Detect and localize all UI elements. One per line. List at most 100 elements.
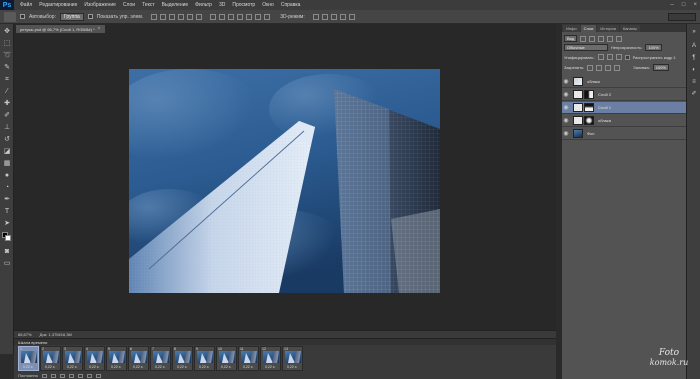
unify-style-icon[interactable]: [615, 54, 622, 60]
animation-frame[interactable]: 6 0,22 с.: [128, 346, 149, 371]
prev-frame-icon[interactable]: [50, 373, 56, 378]
auto-align-icon[interactable]: [264, 13, 271, 20]
tab-info[interactable]: Инфо: [563, 25, 580, 32]
pen-tool-icon[interactable]: ✒: [3, 196, 11, 204]
animation-frame[interactable]: 9 0,22 с.: [194, 346, 215, 371]
3d-orbit-icon[interactable]: [312, 13, 319, 20]
distribute-right-icon[interactable]: [255, 13, 262, 20]
filter-pixel-icon[interactable]: [580, 35, 587, 42]
align-hcenter-icon[interactable]: [187, 13, 194, 20]
loop-select[interactable]: Постоянно: [18, 373, 38, 378]
menu-filter[interactable]: Фильтр: [195, 2, 212, 8]
animation-frame[interactable]: 11 0,22 с.: [238, 346, 259, 371]
layer-name[interactable]: облако: [587, 79, 600, 84]
layer-row[interactable]: ◉ облака: [562, 115, 686, 127]
animation-frame[interactable]: 8 0,22 с.: [172, 346, 193, 371]
brush-tool-icon[interactable]: ✐: [3, 112, 11, 120]
menu-help[interactable]: Справка: [281, 2, 301, 8]
show-controls-checkbox[interactable]: [87, 14, 93, 19]
kind-filter-select[interactable]: Вид: [564, 35, 578, 42]
animation-frame[interactable]: 4 0,22 с.: [84, 346, 105, 371]
workspace-select[interactable]: [668, 13, 696, 21]
visibility-eye-icon[interactable]: ◉: [562, 78, 570, 85]
eraser-tool-icon[interactable]: ◪: [3, 148, 11, 156]
frame-delay[interactable]: 0,22 с.: [177, 365, 188, 369]
fill-field[interactable]: 100%: [652, 64, 670, 71]
visibility-eye-icon[interactable]: ◉: [562, 117, 570, 124]
tab-history[interactable]: История: [597, 25, 619, 32]
autoselect-target-select[interactable]: Группа: [59, 12, 84, 21]
minimize-button[interactable]: –: [671, 1, 674, 9]
propagate-checkbox[interactable]: [624, 54, 630, 60]
menu-window[interactable]: Окно: [262, 2, 274, 8]
tab-channels[interactable]: Каналы: [619, 25, 641, 32]
lock-position-icon[interactable]: [605, 64, 612, 71]
tween-icon[interactable]: [77, 373, 83, 378]
menu-layer[interactable]: Слои: [123, 2, 135, 8]
unify-visibility-icon[interactable]: [606, 54, 613, 60]
filter-type-icon[interactable]: [598, 35, 605, 42]
gradient-tool-icon[interactable]: ▦: [3, 160, 11, 168]
document-image[interactable]: [129, 69, 440, 293]
close-window-button[interactable]: ×: [693, 1, 697, 9]
distribute-bottom-icon[interactable]: [228, 13, 235, 20]
animation-frame[interactable]: 13 0,22 с.: [282, 346, 303, 371]
animation-frame[interactable]: 2 0,22 с.: [40, 346, 61, 371]
filter-shape-icon[interactable]: [607, 35, 614, 42]
frame-delay[interactable]: 0,22 с.: [287, 365, 298, 369]
move-tool-preset-icon[interactable]: [4, 11, 16, 22]
type-tool-icon[interactable]: T: [3, 208, 11, 216]
next-frame-icon[interactable]: [68, 373, 74, 378]
distribute-vcenter-icon[interactable]: [219, 13, 226, 20]
align-vcenter-icon[interactable]: [160, 13, 167, 20]
frame-delay[interactable]: 0,22 с.: [89, 365, 100, 369]
blend-mode-select[interactable]: Обычные: [564, 44, 608, 51]
screen-mode-icon[interactable]: ▭: [3, 260, 11, 268]
visibility-eye-icon[interactable]: ◉: [562, 104, 570, 111]
zoom-level[interactable]: 66,67%: [18, 332, 32, 337]
animation-frame[interactable]: 7 0,22 с.: [150, 346, 171, 371]
lock-pixels-icon[interactable]: [596, 64, 603, 71]
frame-delay[interactable]: 0,22 с.: [155, 365, 166, 369]
quick-mask-icon[interactable]: ◙: [3, 248, 11, 256]
3d-scale-icon[interactable]: [348, 13, 355, 20]
3d-slide-icon[interactable]: [339, 13, 346, 20]
layer-row[interactable]: ◉ Слой 2: [562, 89, 686, 101]
3d-roll-icon[interactable]: [321, 13, 328, 20]
distribute-left-icon[interactable]: [237, 13, 244, 20]
distribute-top-icon[interactable]: [210, 13, 217, 20]
menu-type[interactable]: Текст: [142, 2, 155, 8]
align-left-icon[interactable]: [178, 13, 185, 20]
layer-mask-thumbnail[interactable]: [584, 90, 594, 99]
play-icon[interactable]: [59, 373, 65, 378]
menu-select[interactable]: Выделение: [162, 2, 189, 8]
quick-select-tool-icon[interactable]: ✎: [3, 64, 11, 72]
frame-delay[interactable]: 0,22 с.: [199, 365, 210, 369]
blur-tool-icon[interactable]: ●: [3, 172, 11, 180]
maximize-button[interactable]: □: [682, 1, 686, 9]
dodge-tool-icon[interactable]: ◔: [3, 184, 11, 192]
document-tab[interactable]: ретушь.psd @ 66,7% (Слой 1, RGB/8#) * ×: [16, 25, 105, 33]
canvas-area[interactable]: [14, 33, 556, 330]
delete-frame-icon[interactable]: [95, 373, 101, 378]
unify-position-icon[interactable]: [597, 54, 604, 60]
layer-row[interactable]: ◉ Фон: [562, 128, 686, 140]
3d-pan-icon[interactable]: [330, 13, 337, 20]
marquee-tool-icon[interactable]: ⬚: [3, 40, 11, 48]
eyedropper-tool-icon[interactable]: ⁄: [3, 88, 11, 96]
clone-stamp-tool-icon[interactable]: ⊥: [3, 124, 11, 132]
lock-transparent-icon[interactable]: [587, 64, 594, 71]
paragraph-panel-icon[interactable]: ¶: [690, 54, 698, 62]
healing-brush-tool-icon[interactable]: ✚: [3, 100, 11, 108]
autoselect-checkbox[interactable]: [20, 14, 25, 19]
frame-delay[interactable]: 0,22 с.: [133, 365, 144, 369]
layer-name[interactable]: Слой 2: [598, 92, 611, 97]
animation-frame[interactable]: 1 0,22 с.: [18, 346, 39, 371]
animation-frame[interactable]: 12 0,22 с.: [260, 346, 281, 371]
visibility-eye-icon[interactable]: ◉: [562, 130, 570, 137]
frame-delay[interactable]: 0,22 с.: [265, 365, 276, 369]
filter-smart-object-icon[interactable]: [616, 35, 623, 42]
frame-delay[interactable]: 0,22 с.: [221, 365, 232, 369]
close-tab-icon[interactable]: ×: [98, 26, 101, 32]
menu-3d[interactable]: 3D: [219, 2, 225, 8]
